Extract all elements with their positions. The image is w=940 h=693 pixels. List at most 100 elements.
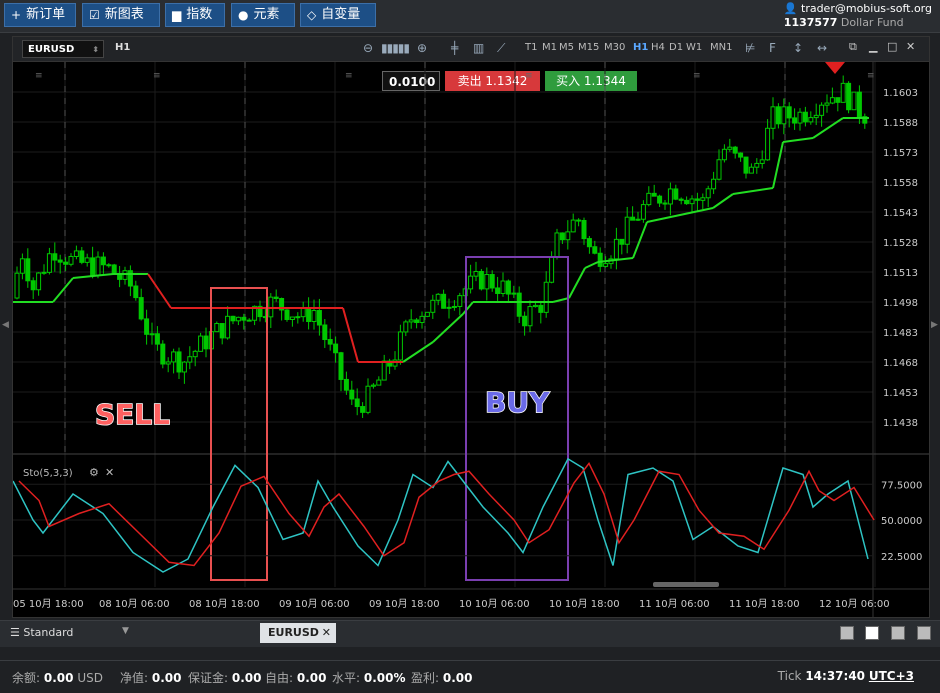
close-tab-icon[interactable]: ✕ [322,623,331,643]
candle-body [84,257,90,263]
candle-body [781,106,787,125]
candle-body [225,315,231,339]
indicator-label: Sto(5,3,3) [23,468,73,479]
line-style-icon[interactable]: ⟋ [497,41,505,56]
timeframe-m30[interactable]: M30 [604,42,625,53]
price-tick-label: 1.1483 [883,328,918,339]
trailing-stop-segment [402,341,434,363]
zoom-in-icon[interactable]: ⊕ [417,41,427,55]
candle-body [511,292,517,295]
chart-tab[interactable]: EURUSD ✕ [260,623,336,643]
timeframe-m15[interactable]: M15 [578,42,599,53]
candle-body [829,97,835,104]
candle-body [219,323,225,339]
osc-tick-label: 50.0000 [881,516,922,527]
timeframe-h4[interactable]: H4 [651,42,665,53]
price-tick-label: 1.1573 [883,148,918,159]
candle-body [716,159,722,180]
candle-body [111,264,117,275]
candle-body [732,146,738,154]
layout-grid-icon[interactable] [865,626,879,640]
trailing-stop-segment [462,301,474,315]
layout-columns-icon[interactable] [891,626,905,640]
candle-body [802,111,808,123]
timeframe-m1[interactable]: M1 [542,42,557,53]
candle-body [343,378,349,391]
price-tick-label: 1.1558 [883,178,918,189]
candle-body [25,258,31,282]
candle-body [430,299,436,313]
timeframe-m5[interactable]: M5 [559,42,574,53]
candle-body [306,307,312,323]
candle-body [835,97,841,103]
candle-body [300,307,306,318]
candle-body [538,304,544,313]
timeframe-t1[interactable]: T1 [525,42,537,53]
chart-timeframe-label: H1 [115,42,131,53]
minimize-icon[interactable]: ▁ [869,40,877,53]
account-info[interactable]: 👤 trader@mobius-soft.org 1137577 Dollar … [784,2,932,30]
vertical-scale-icon[interactable]: ↕ [793,41,803,55]
candle-body [36,272,42,291]
candle-body [446,306,452,309]
candle-body [198,335,204,352]
layout-single-icon[interactable] [840,626,854,640]
close-icon[interactable]: ✕ [906,40,915,53]
candle-body [295,316,301,319]
candle-body [495,287,501,294]
collapse-left-icon[interactable]: ◀ [2,320,9,330]
vertical-line-icon[interactable]: F [769,41,776,55]
detach-icon[interactable]: ⧉ [849,40,857,54]
timeframe-h1[interactable]: H1 [633,42,648,53]
candle-body [478,270,484,290]
elements-button[interactable]: ● 元素 [231,3,295,27]
candle-body [46,253,52,273]
plus-icon: + [11,8,22,22]
new-order-button[interactable]: + 新订单 [4,3,76,27]
time-tick-label: 11 10月 06:00 [639,598,710,610]
candle-body [52,253,58,261]
candle-body [500,280,506,294]
candle-body [792,117,798,124]
candle-body [273,296,279,299]
indicators-button[interactable]: ▆ 指数 [165,3,225,27]
timeframe-d1[interactable]: D1 [669,42,683,53]
price-chart[interactable]: 1.1603 1.1588 1.1573 1.1558 1.1543 1.1528 1.15… [13,62,929,617]
candle-body [819,104,825,116]
candle-body [624,216,630,245]
timezone-select[interactable]: UTC+3 [869,669,914,683]
candle-body [797,111,803,124]
candle-body [424,311,430,317]
candle-style-icon[interactable]: ▥ [473,41,484,55]
candle-body [403,321,409,333]
maximize-icon[interactable]: □ [887,40,897,53]
zoom-scale-icon: ▮▮▮▮▮ [381,41,410,55]
timeframe-mn1[interactable]: MN1 [710,42,732,53]
bar-style-icon[interactable]: ╪ [451,41,458,55]
fit-icon[interactable]: ⊭ [745,41,755,55]
candle-body [90,257,96,276]
workspace-menu-icon[interactable]: ☰ Standard [10,626,73,639]
horizontal-scale-icon[interactable]: ↔ [817,41,827,55]
candle-body [532,304,538,308]
candle-body [765,127,771,161]
symbol-select[interactable]: EURUSD ⬍ [22,40,104,58]
variables-button[interactable]: ◇ 自变量 [300,3,376,27]
collapse-right-icon[interactable]: ▶ [931,320,938,330]
new-chart-button[interactable]: ☑ 新图表 [82,3,160,27]
trailing-stop-segment [646,207,714,223]
timeframe-w1[interactable]: W1 [686,42,702,53]
candle-body [316,310,322,326]
candle-body [522,315,528,327]
layout-rows-icon[interactable] [917,626,931,640]
candle-body [543,281,549,313]
main-toolbar: + 新订单 ☑ 新图表 ▆ 指数 ● 元素 ◇ 自变量 👤 trader@mobius-s… [0,0,940,33]
candle-body [370,384,376,387]
candle-body [813,114,819,119]
zoom-out-icon[interactable]: ⊖ [363,41,373,55]
candle-body [851,91,857,111]
candle-body [657,195,663,204]
chevron-down-icon[interactable]: ▼ [122,626,129,636]
workspace-label: Standard [23,626,74,639]
trailing-stop-segment [782,137,814,143]
